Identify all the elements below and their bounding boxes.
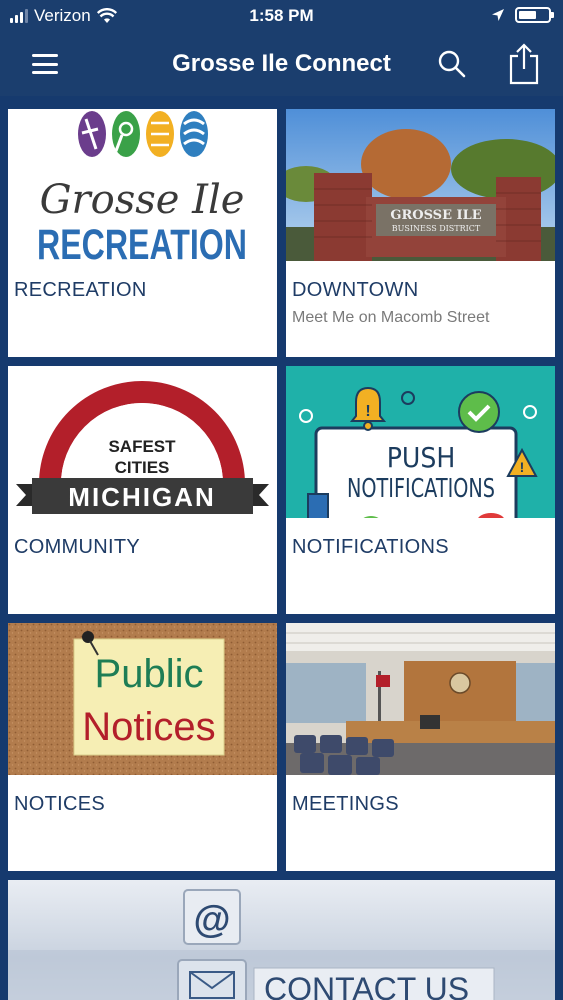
push-line2: NOTIFICATIONS [347,474,495,504]
downtown-sign-line2: BUSINESS DISTRICT [392,224,481,233]
tile-notices-title: NOTICES [14,793,105,815]
recreation-logo-image: Grosse Ile RECREATION [8,109,277,261]
svg-text:!: ! [520,459,525,475]
community-logo-line2: CITIES [115,458,170,477]
meeting-room-photo [286,623,555,775]
tile-downtown-title: DOWNTOWN [292,279,419,301]
contact-us-label: CONTACT US [264,971,469,1000]
community-logo-line1: SAFEST [108,437,176,456]
tile-contact-us[interactable]: @ CONTACT US [8,880,555,1000]
contact-us-image: @ CONTACT US [8,889,555,1000]
recreation-logo-line2: RECREATION [37,221,247,261]
location-arrow-icon [492,9,504,21]
status-bar: Verizon 1:58 PM [0,0,563,34]
status-right [491,7,554,23]
at-icon: @ [193,899,230,941]
public-notices-image: Public Notices [8,623,277,775]
recreation-logo-line1: Grosse Ile [40,177,245,223]
tile-community[interactable]: NATIONAL COUNCIL SAFEST CITIES MICHIGAN … [8,366,277,614]
share-icon[interactable] [506,42,542,86]
app-title: Grosse Ile Connect [172,50,391,77]
nav-bar: Grosse Ile Connect [0,34,563,96]
notices-image-line2: Notices [82,705,215,749]
push-notifications-image: ! ! PUSH NOTIFICATIONS [286,366,555,518]
tile-notifications[interactable]: ! ! PUSH NOTIFICATIONS NOTIFICATIONS [286,366,555,614]
push-line1: PUSH [387,441,456,474]
tile-recreation[interactable]: Grosse Ile RECREATION RECREATION [8,109,277,357]
safest-cities-logo: NATIONAL COUNCIL SAFEST CITIES MICHIGAN [8,366,277,518]
tile-meetings-title: MEETINGS [292,793,399,815]
downtown-photo: GROSSE ILE BUSINESS DISTRICT [286,109,555,261]
downtown-sign-line1: GROSSE ILE [390,208,481,223]
tile-notices[interactable]: Public Notices NOTICES [8,623,277,871]
tile-notifications-title: NOTIFICATIONS [292,536,449,558]
battery-icon [515,7,554,23]
community-banner-text: MICHIGAN [68,482,215,512]
tile-downtown-subtitle: Meet Me on Macomb Street [292,309,490,326]
svg-text:!: ! [365,403,370,420]
tile-downtown[interactable]: GROSSE ILE BUSINESS DISTRICT DOWNTOWN Me… [286,109,555,357]
recreation-logo-icons: Grosse Ile RECREATION [37,111,247,261]
tile-community-title: COMMUNITY [14,536,141,558]
tile-recreation-title: RECREATION [14,279,147,301]
notices-image-line1: Public [95,652,204,696]
tile-meetings[interactable]: MEETINGS [286,623,555,871]
status-time: 1:58 PM [249,6,314,25]
search-icon[interactable] [436,48,468,80]
